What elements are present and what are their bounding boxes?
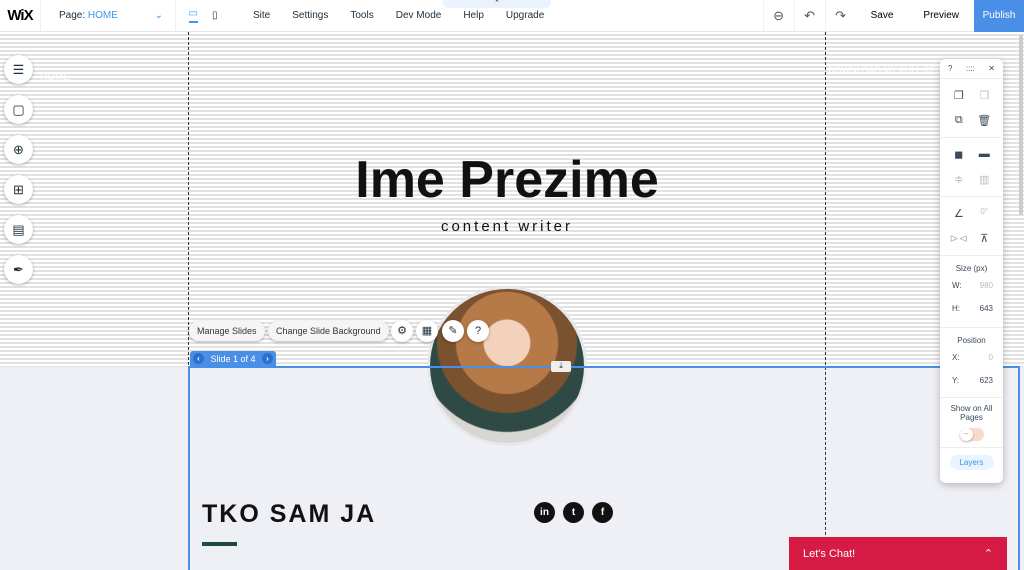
rotation-value: 0° [980,207,989,216]
scrollbar[interactable] [1019,35,1023,215]
settings-gear-icon[interactable]: ⚙ [391,320,413,342]
chat-widget[interactable]: Let's Chat! ⌃ [789,537,1007,570]
close-icon[interactable]: ✕ [988,64,995,73]
x-label: X: [952,353,960,362]
design-brush-icon[interactable]: ✎ [442,320,464,342]
rotate-icon[interactable]: ∠ [946,207,972,220]
delete-icon[interactable]: 🗑 [972,114,998,127]
height-label: H: [952,304,960,313]
duplicate-icon[interactable]: ⧉ [946,114,972,127]
background-icon[interactable]: ▢ [4,95,33,124]
drag-handle-icon[interactable]: :::: [966,64,975,73]
panel-help-icon[interactable]: ? [948,64,952,73]
site-title: Ime Prezime [355,151,659,209]
redo-icon[interactable]: ↷ [824,0,856,32]
collapse-toolbar-tab[interactable]: ⌃ [443,0,551,8]
desktop-icon[interactable]: ▭ [188,8,198,23]
zoom-out-icon[interactable]: ⊖ [762,0,794,32]
layout-icon[interactable]: ▦ [416,320,438,342]
paste-icon: ❐ [979,90,990,102]
preview-button[interactable]: Preview [908,0,974,32]
distribute-icon: ≑ [954,174,964,186]
chevron-up-icon[interactable]: ⌃ [984,547,993,560]
menu-site[interactable]: Site [242,10,281,21]
help-icon[interactable]: ? [467,320,489,342]
site-subtitle: content writer [440,218,574,235]
position-label: Position [957,336,986,345]
width-field: 980 [979,281,993,290]
media-icon[interactable]: ▤ [4,215,33,244]
undo-icon[interactable]: ↶ [793,0,825,32]
flip-vertical-icon[interactable]: ⊼ [972,232,998,245]
y-label: Y: [952,376,960,385]
add-icon[interactable]: ⊕ [4,135,33,164]
prev-slide-icon[interactable]: ‹ [193,353,204,364]
slide-navigator: ‹ Slide 1 of 4 › [190,351,276,366]
match-size-icon: ▥ [979,174,990,186]
menu-settings[interactable]: Settings [281,10,339,21]
height-field[interactable]: 643 [980,304,993,313]
next-slide-icon[interactable]: › [262,353,273,364]
arrange-icon[interactable]: ◼ [946,148,972,161]
align-icon[interactable]: ▬ [972,148,998,161]
mobile-icon[interactable]: ▯ [212,10,218,21]
menu-dev-mode[interactable]: Dev Mode [385,10,453,21]
show-on-all-pages-toggle[interactable]: – [959,428,984,441]
page-selector[interactable]: Page: HOME ⌄ [40,0,175,32]
nav-home[interactable]: HOME [40,72,70,83]
save-button[interactable]: Save [856,0,909,32]
publish-button[interactable]: Publish [974,0,1024,32]
left-toolbar: ☰ ▢ ⊕ ⊞ ▤ ✒ [0,55,33,284]
download-icon[interactable]: ⤓ [551,361,571,372]
chevron-down-icon: ⌄ [154,10,163,21]
top-bar: WiX Page: HOME ⌄ ▭ ▯ Site Settings Tools D… [0,0,1024,32]
layers-button[interactable]: Layers [949,455,994,470]
change-slide-background-button[interactable]: Change Slide Background [268,321,389,341]
y-field[interactable]: 623 [980,376,993,385]
app-market-icon[interactable]: ⊞ [4,175,33,204]
page-label: Page: [59,10,86,21]
flip-horizontal-icon: ⊳⊲ [949,233,968,245]
pages-icon[interactable]: ☰ [4,55,33,84]
show-on-all-pages-label: Show on All Pages [950,404,993,422]
copy-icon[interactable]: ❐ [946,89,972,102]
menu-help[interactable]: Help [452,10,495,21]
element-toolbar-panel: ?:::: ✕ ❐ ❐ ⧉ 🗑 ◼ ▬ ≑ ▥ ∠ 0° ⊳⊲ ⊼ Size (px) W: 9… [940,59,1003,483]
menu-upgrade[interactable]: Upgrade [495,10,555,21]
manage-slides-button[interactable]: Manage Slides [189,321,265,341]
slide-indicator: Slide 1 of 4 [210,353,256,364]
pen-icon[interactable]: ✒ [4,255,33,284]
size-label: Size (px) [955,264,988,273]
menu-tools[interactable]: Tools [339,10,384,21]
chat-label: Let's Chat! [803,547,856,560]
x-field: 0 [988,353,993,362]
page-value: HOME [87,10,118,21]
wix-logo[interactable]: WiX [0,7,40,24]
width-label: W: [952,281,962,290]
